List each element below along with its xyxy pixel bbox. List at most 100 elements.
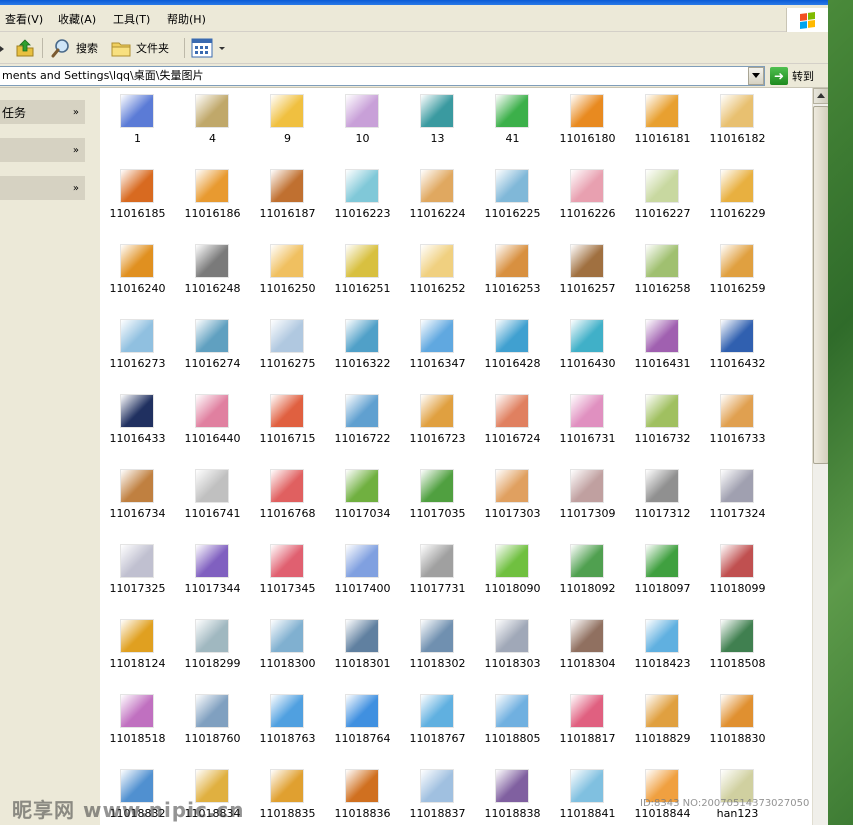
file-item[interactable]: 11018099	[700, 538, 775, 613]
file-item[interactable]: 11017034	[325, 463, 400, 538]
file-item[interactable]: 11018841	[550, 763, 625, 825]
menu-favorites[interactable]: 收藏(A)	[58, 11, 96, 27]
file-item[interactable]: 11016182	[700, 88, 775, 163]
file-item[interactable]: 11018829	[625, 688, 700, 763]
file-item[interactable]: 11016259	[700, 238, 775, 313]
menu-help[interactable]: 帮助(H)	[167, 11, 206, 27]
file-item[interactable]: 11018300	[250, 613, 325, 688]
file-item[interactable]: 11016741	[175, 463, 250, 538]
file-item[interactable]: 11018817	[550, 688, 625, 763]
file-item[interactable]: 1	[100, 88, 175, 163]
file-item[interactable]: 11016251	[325, 238, 400, 313]
file-item[interactable]: 11018090	[475, 538, 550, 613]
scroll-up-button[interactable]	[813, 88, 828, 104]
file-item[interactable]: 11016347	[400, 313, 475, 388]
file-item[interactable]: han123	[700, 763, 775, 825]
task-section-header[interactable]: »	[0, 176, 85, 200]
file-item[interactable]: 11018763	[250, 688, 325, 763]
file-item[interactable]: 11017035	[400, 463, 475, 538]
file-item[interactable]: 11016253	[475, 238, 550, 313]
file-item[interactable]: 11016734	[100, 463, 175, 538]
file-item[interactable]: 11018844	[625, 763, 700, 825]
file-item[interactable]: 11016258	[625, 238, 700, 313]
file-item[interactable]: 11018508	[700, 613, 775, 688]
address-dropdown-button[interactable]	[748, 67, 764, 85]
file-item[interactable]: 11018423	[625, 613, 700, 688]
file-item[interactable]: 11016722	[325, 388, 400, 463]
file-item[interactable]: 11016430	[550, 313, 625, 388]
file-item[interactable]: 11017324	[700, 463, 775, 538]
file-item[interactable]: 11018835	[250, 763, 325, 825]
file-item[interactable]: 11017731	[400, 538, 475, 613]
file-item[interactable]: 11016229	[700, 163, 775, 238]
file-item[interactable]: 11016273	[100, 313, 175, 388]
file-item[interactable]: 9	[250, 88, 325, 163]
file-item[interactable]: 11018301	[325, 613, 400, 688]
file-item[interactable]: 11017312	[625, 463, 700, 538]
file-item[interactable]: 11016733	[700, 388, 775, 463]
file-item[interactable]: 13	[400, 88, 475, 163]
file-item[interactable]: 11018303	[475, 613, 550, 688]
file-item[interactable]: 10	[325, 88, 400, 163]
file-item[interactable]: 11016431	[625, 313, 700, 388]
file-item[interactable]: 11016187	[250, 163, 325, 238]
file-item[interactable]: 11017344	[175, 538, 250, 613]
file-item[interactable]: 11016432	[700, 313, 775, 388]
folders-button[interactable]: 文件夹	[110, 36, 169, 60]
file-item[interactable]: 4	[175, 88, 250, 163]
file-item[interactable]: 11017345	[250, 538, 325, 613]
file-item[interactable]: 11016715	[250, 388, 325, 463]
file-item[interactable]: 11018304	[550, 613, 625, 688]
address-input[interactable]: ments and Settings\lqq\桌面\失量图片	[0, 66, 765, 86]
file-item[interactable]: 11016252	[400, 238, 475, 313]
file-item[interactable]: 11016428	[475, 313, 550, 388]
file-item[interactable]: 11016322	[325, 313, 400, 388]
file-item[interactable]: 11016181	[625, 88, 700, 163]
file-item[interactable]: 11016186	[175, 163, 250, 238]
file-item[interactable]: 11017309	[550, 463, 625, 538]
file-item[interactable]: 11018518	[100, 688, 175, 763]
file-item[interactable]: 11018299	[175, 613, 250, 688]
file-item[interactable]: 11016223	[325, 163, 400, 238]
file-item[interactable]: 11016224	[400, 163, 475, 238]
up-folder-button[interactable]	[14, 36, 36, 60]
file-item[interactable]: 41	[475, 88, 550, 163]
file-item[interactable]: 11016440	[175, 388, 250, 463]
file-item[interactable]: 11018097	[625, 538, 700, 613]
file-item[interactable]: 11016732	[625, 388, 700, 463]
vertical-scrollbar[interactable]	[812, 88, 828, 825]
file-item[interactable]: 11016724	[475, 388, 550, 463]
scrollbar-thumb[interactable]	[813, 106, 828, 464]
file-item[interactable]: 11018837	[400, 763, 475, 825]
file-item[interactable]: 11018092	[550, 538, 625, 613]
file-item[interactable]: 11016180	[550, 88, 625, 163]
file-item[interactable]: 11018764	[325, 688, 400, 763]
file-item[interactable]: 11017303	[475, 463, 550, 538]
task-section-header[interactable]: »	[0, 138, 85, 162]
file-item[interactable]: 11016275	[250, 313, 325, 388]
file-item[interactable]: 11016768	[250, 463, 325, 538]
file-item[interactable]: 11016226	[550, 163, 625, 238]
file-item[interactable]: 11016433	[100, 388, 175, 463]
menu-view[interactable]: 查看(V)	[5, 11, 43, 27]
file-item[interactable]: 11017325	[100, 538, 175, 613]
search-button[interactable]: 搜索	[50, 36, 98, 60]
file-item[interactable]: 11016225	[475, 163, 550, 238]
file-item[interactable]: 11016257	[550, 238, 625, 313]
file-item[interactable]: 11018124	[100, 613, 175, 688]
task-section-header[interactable]: 任务 »	[0, 100, 85, 124]
file-item[interactable]: 11016248	[175, 238, 250, 313]
go-button[interactable]: ➜ 转到	[770, 66, 814, 86]
back-dropdown-icon[interactable]	[0, 36, 6, 60]
file-item[interactable]: 11018836	[325, 763, 400, 825]
file-item[interactable]: 11016185	[100, 163, 175, 238]
file-item[interactable]: 11016723	[400, 388, 475, 463]
file-item[interactable]: 11018760	[175, 688, 250, 763]
file-item[interactable]: 11018767	[400, 688, 475, 763]
file-item[interactable]: 11018838	[475, 763, 550, 825]
file-item[interactable]: 11016274	[175, 313, 250, 388]
file-item[interactable]: 11016250	[250, 238, 325, 313]
file-item[interactable]: 11016240	[100, 238, 175, 313]
views-button[interactable]	[191, 36, 225, 60]
file-item[interactable]: 11018302	[400, 613, 475, 688]
